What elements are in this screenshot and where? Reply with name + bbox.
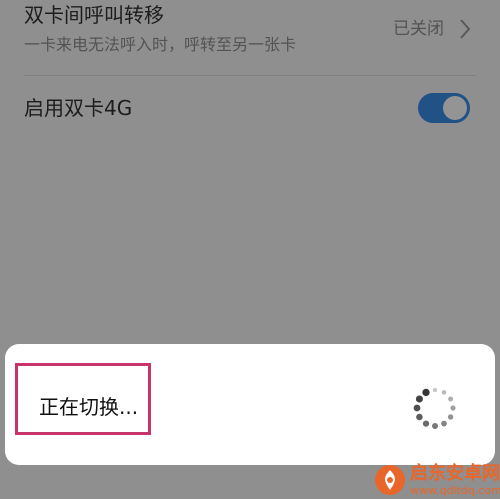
switching-message: 正在切换... <box>39 395 139 419</box>
spinner-dot <box>432 387 438 393</box>
spinner-dot <box>416 413 423 421</box>
spinner-dot <box>422 388 430 397</box>
spinner-dot <box>441 420 447 427</box>
spinner-dot <box>432 423 438 429</box>
spinner-dot <box>450 405 456 411</box>
loading-spinner-icon <box>413 387 456 429</box>
spinner-dot <box>448 396 454 402</box>
spinner-dot <box>413 404 421 412</box>
watermark-brand: 启东安卓网 <box>410 463 500 484</box>
spinner-dot <box>415 395 423 403</box>
watermark-url: www.qdltdq.com <box>410 484 500 497</box>
spinner-dot <box>447 414 454 420</box>
switching-dialog: 正在切换... <box>5 344 495 465</box>
spinner-dot <box>422 420 430 427</box>
spinner-dot <box>441 390 447 395</box>
watermark: 启东安卓网 www.qdltdq.com <box>372 462 500 499</box>
watermark-logo-icon <box>375 465 405 495</box>
screen: 双卡间呼叫转移 一卡来电无法呼入时，呼转至另一张卡 已关闭 启用双卡4G 正在切… <box>0 0 500 499</box>
